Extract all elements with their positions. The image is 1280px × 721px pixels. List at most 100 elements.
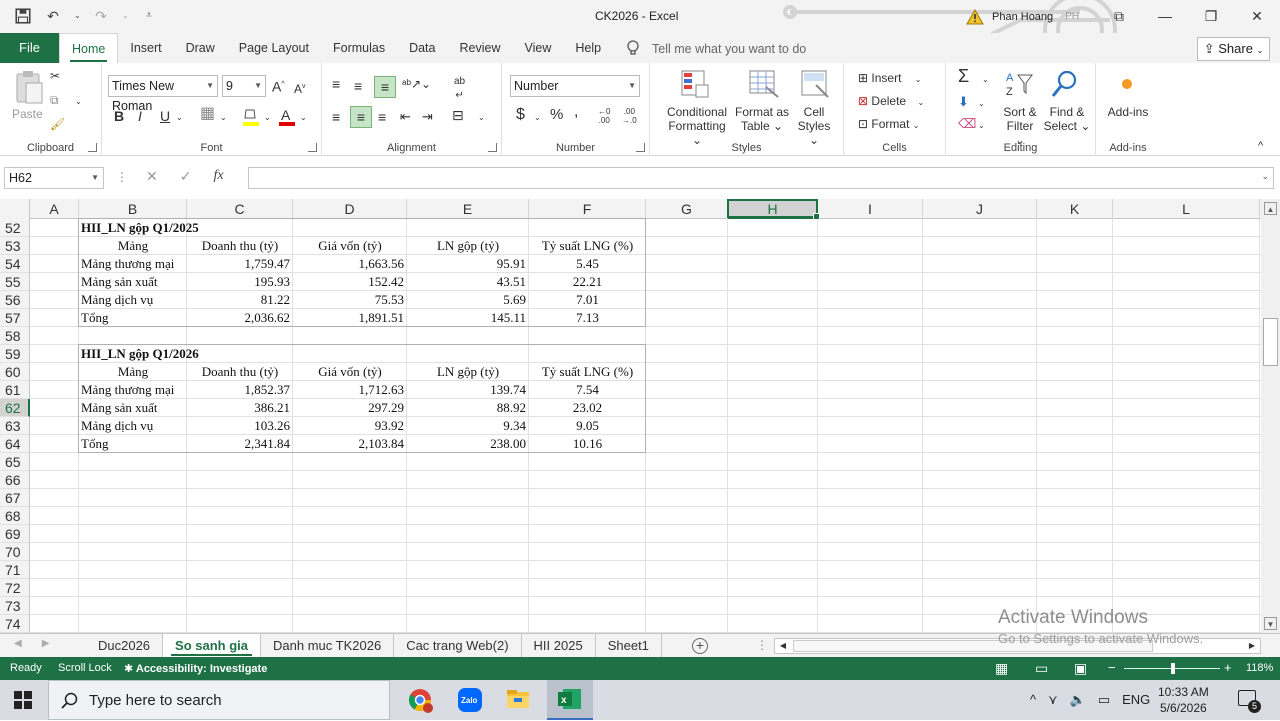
font-color-dropdown-icon[interactable]: ⌄ [300, 111, 307, 125]
font-color-icon[interactable]: A [278, 107, 296, 127]
borders-dropdown-icon[interactable]: ⌄ [220, 111, 227, 125]
sheet-tab[interactable]: Danh muc TK2026 [261, 634, 395, 658]
tell-me-search[interactable]: Tell me what you want to do [626, 40, 806, 58]
cell-styles-icon[interactable] [800, 69, 830, 99]
borders-icon[interactable]: ▦ [200, 106, 215, 122]
bottom-align-icon[interactable]: ≡ [374, 76, 396, 98]
row-header[interactable]: 68 [0, 507, 30, 525]
tab-page-layout[interactable]: Page Layout [227, 33, 321, 63]
align-center-icon[interactable]: ≡ [350, 106, 372, 128]
tab-draw[interactable]: Draw [174, 33, 227, 63]
align-left-icon[interactable]: ≡ [332, 110, 340, 124]
close-button[interactable]: ✕ [1234, 0, 1280, 33]
cut-icon[interactable]: ✂ [50, 69, 60, 83]
tab-home[interactable]: Home [59, 33, 119, 64]
increase-indent-icon[interactable]: ⇥ [422, 110, 433, 124]
avatar[interactable]: PH [1061, 8, 1083, 26]
column-header[interactable]: A [30, 199, 79, 219]
delete-cells-button[interactable]: ⊠ Delete ⌄ [858, 94, 924, 110]
cells-area[interactable]: HII_LN gộp Q1/2025 Mảng Doanh thu (tỷ) Giá … [30, 218, 1261, 633]
tab-insert[interactable]: Insert [118, 33, 173, 63]
find-select-icon[interactable] [1050, 69, 1080, 99]
number-format-select[interactable]: Number ▼ [510, 75, 640, 97]
column-header[interactable]: C [187, 199, 293, 219]
row-header[interactable]: 64 [0, 435, 30, 453]
row-header[interactable]: 57 [0, 309, 30, 327]
sheet-tab[interactable]: HII 2025 [522, 634, 596, 658]
column-header[interactable]: L [1113, 199, 1260, 219]
row-header[interactable]: 53 [0, 237, 30, 255]
alignment-launcher-icon[interactable] [488, 143, 497, 152]
redo-dropdown-icon[interactable]: ⌄ [122, 7, 129, 25]
taskbar-search[interactable]: Type here to search [48, 680, 390, 720]
active-cell-selection[interactable] [727, 199, 820, 220]
column-header[interactable]: K [1037, 199, 1113, 219]
customize-qat-icon[interactable]: ⩡ [140, 7, 158, 25]
sort-filter-icon[interactable]: AZ [1004, 69, 1034, 99]
tab-view[interactable]: View [512, 33, 563, 63]
language-indicator[interactable]: ENG [1122, 692, 1150, 708]
percent-button[interactable]: % [550, 107, 563, 122]
chrome-icon[interactable] [400, 684, 440, 716]
clear-dropdown-icon[interactable]: ⌄ [978, 119, 985, 133]
sort-filter-button[interactable]: Sort & Filter ⌄ [1000, 105, 1040, 147]
insert-cells-button[interactable]: ⊞ Insert ⌄ [858, 71, 921, 87]
ribbon-display-options-icon[interactable]: ⧉ [1096, 0, 1142, 33]
select-all-corner[interactable] [0, 199, 30, 219]
restore-button[interactable]: ❐ [1188, 0, 1234, 33]
tab-help[interactable]: Help [563, 33, 613, 63]
middle-align-icon[interactable]: ≡ [354, 79, 362, 93]
format-cells-button[interactable]: ⊡ Format ⌄ [858, 117, 919, 133]
windows-start-icon[interactable] [14, 691, 32, 709]
format-painter-icon[interactable]: 🖌 [50, 117, 65, 131]
merge-dropdown-icon[interactable]: ⌄ [478, 111, 485, 125]
fill-color-dropdown-icon[interactable]: ⌄ [264, 111, 271, 125]
name-box[interactable]: H62 ▼ [4, 167, 104, 189]
row-header[interactable]: 74 [0, 615, 30, 633]
tab-split-icon[interactable]: ⋮ [756, 638, 768, 652]
find-select-button[interactable]: Find & Select ⌄ [1042, 105, 1092, 133]
underline-button[interactable]: U [160, 109, 170, 123]
file-explorer-icon[interactable] [498, 684, 538, 716]
fill-color-icon[interactable] [242, 107, 260, 127]
column-header[interactable]: J [923, 199, 1037, 219]
row-header[interactable]: 54 [0, 255, 30, 273]
number-launcher-icon[interactable] [636, 143, 645, 152]
tab-review[interactable]: Review [447, 33, 512, 63]
formula-input[interactable]: ⌄ [248, 167, 1274, 189]
minimize-button[interactable]: — [1142, 0, 1188, 33]
bold-button[interactable]: B [114, 109, 124, 123]
sheet-tab[interactable]: Sheet1 [596, 634, 662, 658]
sheet-tab[interactable]: Cac trang Web(2) [394, 634, 522, 658]
column-header[interactable]: F [529, 199, 646, 219]
collapse-ribbon-icon[interactable]: ^ [1258, 139, 1263, 153]
zoom-level[interactable]: 118% [1246, 662, 1273, 674]
column-header[interactable]: I [818, 199, 923, 219]
font-launcher-icon[interactable] [308, 143, 317, 152]
notifications-icon[interactable]: 5 [1238, 690, 1261, 713]
decrease-decimal-icon[interactable]: .00 →.0 [622, 107, 637, 125]
excel-taskbar-button[interactable]: x [547, 680, 593, 720]
addins-icon[interactable] [1120, 77, 1134, 91]
cell-styles-button[interactable]: Cell Styles ⌄ [794, 105, 834, 147]
top-align-icon[interactable]: ≡ [332, 77, 340, 91]
row-header[interactable]: 69 [0, 525, 30, 543]
accessibility-status[interactable]: ✱ Accessibility: Investigate [124, 662, 267, 675]
taskbar-clock[interactable]: 10:33 AM 5/6/2026 [1158, 684, 1209, 716]
row-header[interactable]: 59 [0, 345, 30, 363]
user-account[interactable]: Phan Hoang PH [966, 8, 1083, 26]
row-header[interactable]: 55 [0, 273, 30, 291]
fill-icon[interactable]: ⬇ [958, 95, 969, 109]
row-header[interactable]: 62 [0, 399, 30, 417]
autosum-dropdown-icon[interactable]: ⌄ [982, 73, 989, 87]
row-header[interactable]: 56 [0, 291, 30, 309]
align-right-icon[interactable]: ≡ [378, 110, 386, 124]
currency-dropdown-icon[interactable]: ⌄ [534, 111, 541, 125]
undo-dropdown-icon[interactable]: ⌄ [74, 7, 81, 25]
insert-function-icon[interactable]: fx [213, 168, 223, 185]
cancel-icon[interactable]: ✕ [146, 168, 158, 185]
share-button[interactable]: ⇪ Share ⌄ [1197, 37, 1270, 61]
row-header[interactable]: 52 [0, 219, 30, 237]
redo-icon[interactable]: ↷ [92, 7, 110, 25]
addins-button[interactable]: Add-ins [1106, 105, 1150, 119]
